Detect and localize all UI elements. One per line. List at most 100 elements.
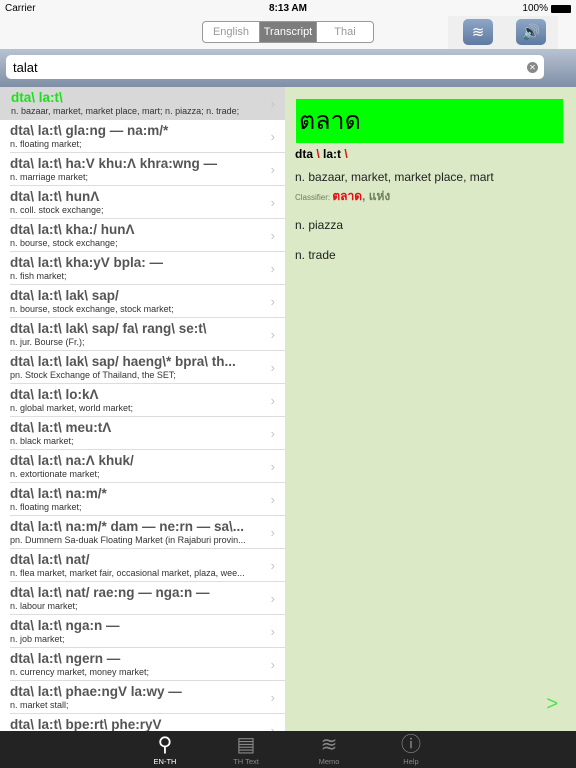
- list-item[interactable]: dta\ la:t\ lo:kΛ n. global market, world …: [10, 384, 285, 417]
- entry-transcript: dta\ la:t\ na:m/* dam — ne:rn — sa\...: [10, 519, 245, 534]
- chevron-right-icon: ›: [270, 591, 275, 606]
- chevron-right-icon: ›: [270, 261, 275, 276]
- list-item[interactable]: dta\ la:t\ phae:ngV la:wy — n. market sta…: [10, 681, 285, 714]
- list-item[interactable]: dta\ la:t\ lak\ sap/ haeng\* bpra\ th...…: [10, 351, 285, 384]
- list-item[interactable]: dta\ la:t\ bpe:rt\ phe:ryV ›: [10, 714, 285, 731]
- list-item[interactable]: dta\ la:t\ na:m/* n. floating market; ›: [10, 483, 285, 516]
- entry-definition: n. extortionate market;: [10, 469, 100, 479]
- chevron-right-icon: ›: [270, 129, 275, 144]
- definition-2: n. piazza: [295, 218, 344, 232]
- chevron-right-icon: ›: [270, 558, 275, 573]
- tab-bar: ⚲ EN-TH ▤ TH Text ≋ Memo ⓘ Help: [0, 731, 576, 768]
- list-item[interactable]: dta\ la:t\ meu:tΛ n. black market; ›: [10, 417, 285, 450]
- tab-en-th[interactable]: ⚲ EN-TH: [135, 733, 195, 766]
- clear-icon[interactable]: ✕: [527, 62, 538, 73]
- entry-definition: n. market stall;: [10, 700, 69, 710]
- chevron-right-icon: ›: [270, 96, 275, 111]
- top-toolbar: English Transcript Thai ≋ 🔊: [0, 16, 576, 49]
- chevron-right-icon: ›: [270, 723, 275, 731]
- list-item[interactable]: dta\ la:t\ n. bazaar, market, market plac…: [0, 87, 285, 120]
- info-icon: ⓘ: [401, 734, 421, 756]
- battery-icon: [551, 4, 571, 13]
- entry-transcript: dta\ la:t\: [11, 90, 63, 105]
- definition-3: n. trade: [295, 248, 336, 262]
- search-input[interactable]: [6, 55, 544, 79]
- layers-icon: ≋: [320, 734, 338, 756]
- speaker-icon: 🔊: [521, 24, 541, 41]
- list-item[interactable]: dta\ la:t\ ngern — n. currency market, mo…: [10, 648, 285, 681]
- entry-definition: pn. Dumnern Sa-duak Floating Market (in …: [10, 535, 246, 545]
- entry-transcript: dta\ la:t\ lak\ sap/: [10, 288, 119, 303]
- list-item[interactable]: dta\ la:t\ lak\ sap/n. bourse, stock exc…: [10, 285, 285, 318]
- toolbar-buttons: ≋ 🔊: [448, 16, 558, 49]
- chevron-right-icon: ›: [270, 690, 275, 705]
- entry-transcript: dta\ la:t\ hunΛ: [10, 189, 100, 204]
- entry-transcript: dta\ la:t\ bpe:rt\ phe:ryV: [10, 717, 162, 731]
- entry-definition: n. fish market;: [10, 271, 67, 281]
- entry-definition: n. coll. stock exchange;: [10, 205, 104, 215]
- detail-pane: ตลาด dta \ la:t \ n. bazaar, market, mar…: [285, 87, 576, 731]
- search-mode-segmented-control[interactable]: English Transcript Thai: [202, 21, 374, 43]
- list-item[interactable]: dta\ la:t\ na:m/* dam — ne:rn — sa\... pn…: [10, 516, 285, 549]
- entry-definition: n. job market;: [10, 634, 65, 644]
- chevron-right-icon: ›: [270, 492, 275, 507]
- layers-icon: ≋: [471, 24, 485, 41]
- battery-percent: 100%: [522, 3, 548, 14]
- results-list[interactable]: dta\ la:t\ n. bazaar, market, market plac…: [0, 87, 285, 731]
- entry-definition: n. jur. Bourse (Fr.);: [10, 337, 85, 347]
- definition-1: n. bazaar, market, market place, mart: [295, 170, 494, 184]
- search-bar: ✕: [0, 49, 576, 87]
- entry-transcript: dta\ la:t\ ha:V khu:Λ khra:wng —: [10, 156, 218, 171]
- chevron-right-icon: ›: [270, 624, 275, 639]
- entry-definition: n. black market;: [10, 436, 74, 446]
- entry-transcript: dta\ la:t\ nga:n —: [10, 618, 120, 633]
- segment-thai[interactable]: Thai: [317, 22, 373, 42]
- entry-transcript: dta\ la:t\ nat/: [10, 552, 90, 567]
- entry-definition: n. labour market;: [10, 601, 78, 611]
- classifier: Classifier: ตลาด, แห่ง: [295, 189, 391, 203]
- list-item[interactable]: dta\ la:t\ hunΛ n. coll. stock exchange; ›: [10, 186, 285, 219]
- entry-transcript: dta\ la:t\ phae:ngV la:wy —: [10, 684, 182, 699]
- chevron-right-icon: ›: [270, 195, 275, 210]
- chevron-right-icon: ›: [270, 327, 275, 342]
- list-item[interactable]: dta\ la:t\ nga:n — n. job market; ›: [10, 615, 285, 648]
- entry-transcript: dta\ la:t\ meu:tΛ: [10, 420, 112, 435]
- entry-transcript: dta\ la:t\ lak\ sap/ fa\ rang\ se:t\: [10, 321, 207, 336]
- entry-transcript: dta\ la:t\ lak\ sap/ haeng\* bpra\ th...: [10, 354, 236, 369]
- list-item[interactable]: dta\ la:t\ kha:/ hunΛ n. bourse, stock ex…: [10, 219, 285, 252]
- document-icon: ▤: [236, 734, 256, 756]
- list-item[interactable]: dta\ la:t\ gla:ng — na:m/* n. floating ma…: [10, 120, 285, 153]
- chevron-right-icon: ›: [270, 162, 275, 177]
- entry-definition: n. bourse, stock exchange, stock market;: [10, 304, 174, 314]
- speaker-button[interactable]: 🔊: [516, 19, 546, 45]
- list-item[interactable]: dta\ la:t\ nat/ rae:ng — nga:n — n. labou…: [10, 582, 285, 615]
- segment-transcript[interactable]: Transcript: [260, 22, 317, 42]
- entry-transcript: dta\ la:t\ ngern —: [10, 651, 121, 666]
- list-item[interactable]: dta\ la:t\ lak\ sap/ fa\ rang\ se:t\ n. j…: [10, 318, 285, 351]
- status-bar: Carrier 8:13 AM 100%: [0, 0, 576, 16]
- entry-definition: n. global market, world market;: [10, 403, 134, 413]
- search-icon: ⚲: [157, 734, 173, 756]
- entry-definition: n. marriage market;: [10, 172, 89, 182]
- list-item[interactable]: dta\ la:t\ ha:V khu:Λ khra:wng — n. marri…: [10, 153, 285, 186]
- list-item[interactable]: dta\ la:t\ kha:yV bpla: — n. fish market;…: [10, 252, 285, 285]
- segment-english[interactable]: English: [203, 22, 260, 42]
- list-item[interactable]: dta\ la:t\ nat/n. flea market, market fa…: [10, 549, 285, 582]
- entry-transcript: dta\ la:t\ gla:ng — na:m/*: [10, 123, 169, 138]
- entry-definition: n. floating market;: [10, 139, 82, 149]
- next-button[interactable]: >: [546, 693, 558, 716]
- memo-button[interactable]: ≋: [463, 19, 493, 45]
- chevron-right-icon: ›: [270, 657, 275, 672]
- entry-definition: n. bourse, stock exchange;: [10, 238, 118, 248]
- entry-definition: n. bazaar, market, market place, mart; n…: [11, 106, 240, 116]
- chevron-right-icon: ›: [270, 525, 275, 540]
- tab-th-text[interactable]: ▤ TH Text: [216, 733, 276, 766]
- chevron-right-icon: ›: [270, 294, 275, 309]
- list-item[interactable]: dta\ la:t\ na:Λ khuk/n. extortionate mar…: [10, 450, 285, 483]
- entry-transcript: dta\ la:t\ lo:kΛ: [10, 387, 99, 402]
- tab-help[interactable]: ⓘ Help: [381, 733, 441, 766]
- entry-definition: n. currency market, money market;: [10, 667, 150, 677]
- tab-memo[interactable]: ≋ Memo: [299, 733, 359, 766]
- chevron-right-icon: ›: [270, 360, 275, 375]
- entry-definition: n. flea market, market fair, occasional …: [10, 568, 245, 578]
